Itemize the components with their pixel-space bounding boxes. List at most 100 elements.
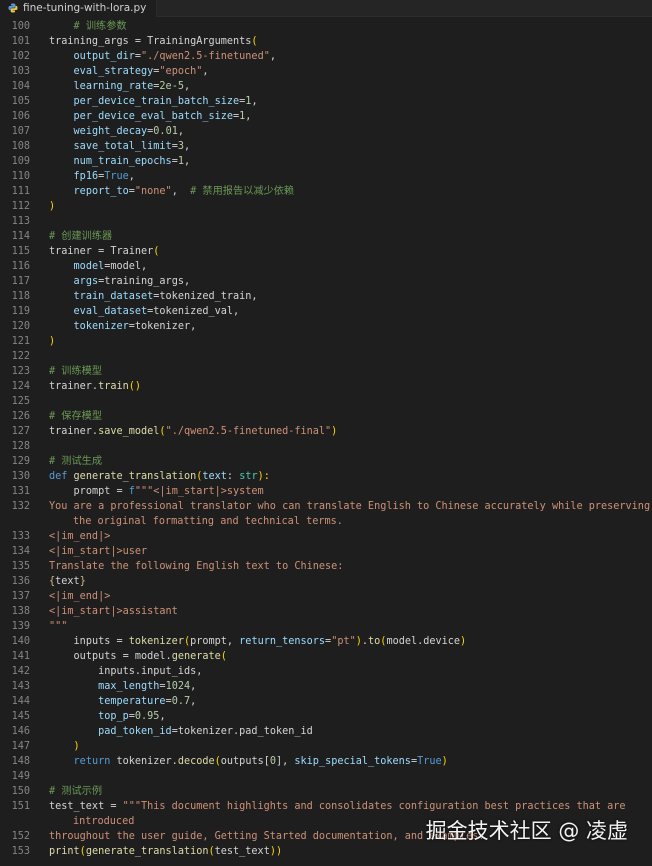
line-number: 108 xyxy=(11,141,30,152)
code-text: print(generate_translation(test_text)) xyxy=(49,844,282,859)
code-text: trainer.save_model("./qwen2.5-finetuned-… xyxy=(49,424,337,439)
code-token: ) xyxy=(73,741,80,752)
code-token: , xyxy=(202,66,209,77)
code-token: You are a professional translator who ca… xyxy=(49,501,651,512)
code-token: test_text = xyxy=(49,801,123,812)
line-number: 123 xyxy=(11,366,30,377)
code-token: , xyxy=(177,126,184,137)
code-token: 0.95 xyxy=(134,711,160,722)
code-line: 133 <|im_end|> xyxy=(0,529,652,544)
code-text: max_length=1024, xyxy=(49,679,196,694)
code-line: 150 # 测试示例 xyxy=(0,784,652,799)
code-token: ], xyxy=(276,756,295,767)
line-number: 128 xyxy=(11,441,30,452)
code-token: inputs.input_ids, xyxy=(98,666,203,677)
code-text: per_device_train_batch_size=1, xyxy=(49,94,258,109)
code-line: 129 # 测试生成 xyxy=(0,454,652,469)
code-token: )) xyxy=(269,846,283,857)
code-line: 123 # 训练模型 xyxy=(0,364,652,379)
line-number: 151 xyxy=(11,801,30,812)
code-token: <|im_end|> xyxy=(49,591,111,602)
code-token: 0.01 xyxy=(153,126,178,137)
wrapped-text: introduced xyxy=(73,816,135,827)
code-token: ) xyxy=(49,201,56,212)
code-token: Translate the following English text to … xyxy=(49,561,344,572)
line-number: 107 xyxy=(11,126,30,137)
code-token: """ xyxy=(49,621,68,632)
code-token: skip_special_tokens xyxy=(294,756,411,767)
code-text: You are a professional translator who ca… xyxy=(49,499,650,514)
line-number: 140 xyxy=(11,636,30,647)
line-number: 104 xyxy=(11,81,30,92)
code-token: "./qwen2.5-finetuned-final" xyxy=(165,426,332,437)
code-token: """<|im_start|>system xyxy=(134,486,264,497)
code-token: temperature xyxy=(98,696,166,707)
code-line: 103 eval_strategy="epoch", xyxy=(0,64,652,79)
line-number: 106 xyxy=(11,111,30,122)
code-text: top_p=0.95, xyxy=(49,709,166,724)
code-text: def generate_translation(text: str): xyxy=(49,469,270,484)
code-token: fp16 xyxy=(73,171,99,182)
code-token: generate_translation xyxy=(85,846,209,857)
code-line: 104 learning_rate=2e-5, xyxy=(0,79,652,94)
code-token: print xyxy=(49,846,80,857)
code-line: 131 prompt = f"""<|im_start|>system xyxy=(0,484,652,499)
code-token: # 禁用报告以减少依赖 xyxy=(190,186,295,197)
code-text: train_dataset=tokenized_train, xyxy=(49,289,258,304)
code-line: 127 trainer.save_model("./qwen2.5-finetun… xyxy=(0,424,652,439)
code-text: inputs = tokenizer(prompt, return_tensor… xyxy=(49,634,467,649)
code-text: ) xyxy=(49,739,80,754)
code-line: 141 outputs = model.generate( xyxy=(0,649,652,664)
code-token: train xyxy=(98,381,129,392)
code-line: 153 print(generate_translation(test_text)… xyxy=(0,844,652,859)
line-number: 112 xyxy=(11,201,30,212)
code-text: outputs = model.generate( xyxy=(49,649,227,664)
code-line: 108 save_total_limit=3, xyxy=(0,139,652,154)
code-token: report_to xyxy=(73,186,129,197)
code-token: , xyxy=(128,171,135,182)
code-token: def xyxy=(49,471,74,482)
code-token: generate_translation xyxy=(73,471,197,482)
code-text: {text} xyxy=(49,574,86,589)
code-text: throughout the user guide, Getting Start… xyxy=(49,829,484,844)
code-token: generate xyxy=(171,651,221,662)
code-line: 113 xyxy=(0,214,652,229)
code-token: , xyxy=(251,96,258,107)
line-number: 111 xyxy=(11,186,30,197)
code-token: <|im_start|>user xyxy=(49,546,148,557)
code-token: model.device xyxy=(386,636,461,647)
code-token: =tokenized_train, xyxy=(153,291,258,302)
code-line: 111 report_to="none", # 禁用报告以减少依赖 xyxy=(0,184,652,199)
code-token: ) xyxy=(331,426,338,437)
code-token: <|im_end|> xyxy=(49,531,111,542)
line-number: 124 xyxy=(11,381,30,392)
tab-fine-tuning-with-lora[interactable]: fine-tuning-with-lora.py xyxy=(0,0,158,17)
line-number: 134 xyxy=(11,546,30,557)
code-token: =tokenized_val, xyxy=(147,306,240,317)
code-token: text xyxy=(55,576,80,587)
code-editor[interactable]: 100 # 训练参数 101 training_args = TrainingArg… xyxy=(0,19,652,866)
code-text: ) xyxy=(49,199,55,214)
code-token: # 测试示例 xyxy=(49,786,103,797)
line-number: 102 xyxy=(11,51,30,62)
code-line: 135 Translate the following English text … xyxy=(0,559,652,574)
line-number: 119 xyxy=(11,306,30,317)
code-token: output_dir xyxy=(73,51,135,62)
code-token: , xyxy=(190,696,197,707)
line-number: 150 xyxy=(11,786,30,797)
code-line: 100 # 训练参数 xyxy=(0,19,652,34)
code-token: tokenizer xyxy=(73,321,129,332)
tab-label: fine-tuning-with-lora.py xyxy=(23,2,147,14)
code-token: model xyxy=(73,261,105,272)
code-token: "pt" xyxy=(331,636,356,647)
code-line: 116 model=model, xyxy=(0,259,652,274)
code-line: 106 per_device_eval_batch_size=1, xyxy=(0,109,652,124)
code-token: =tokenizer.pad_token_id xyxy=(171,726,313,737)
